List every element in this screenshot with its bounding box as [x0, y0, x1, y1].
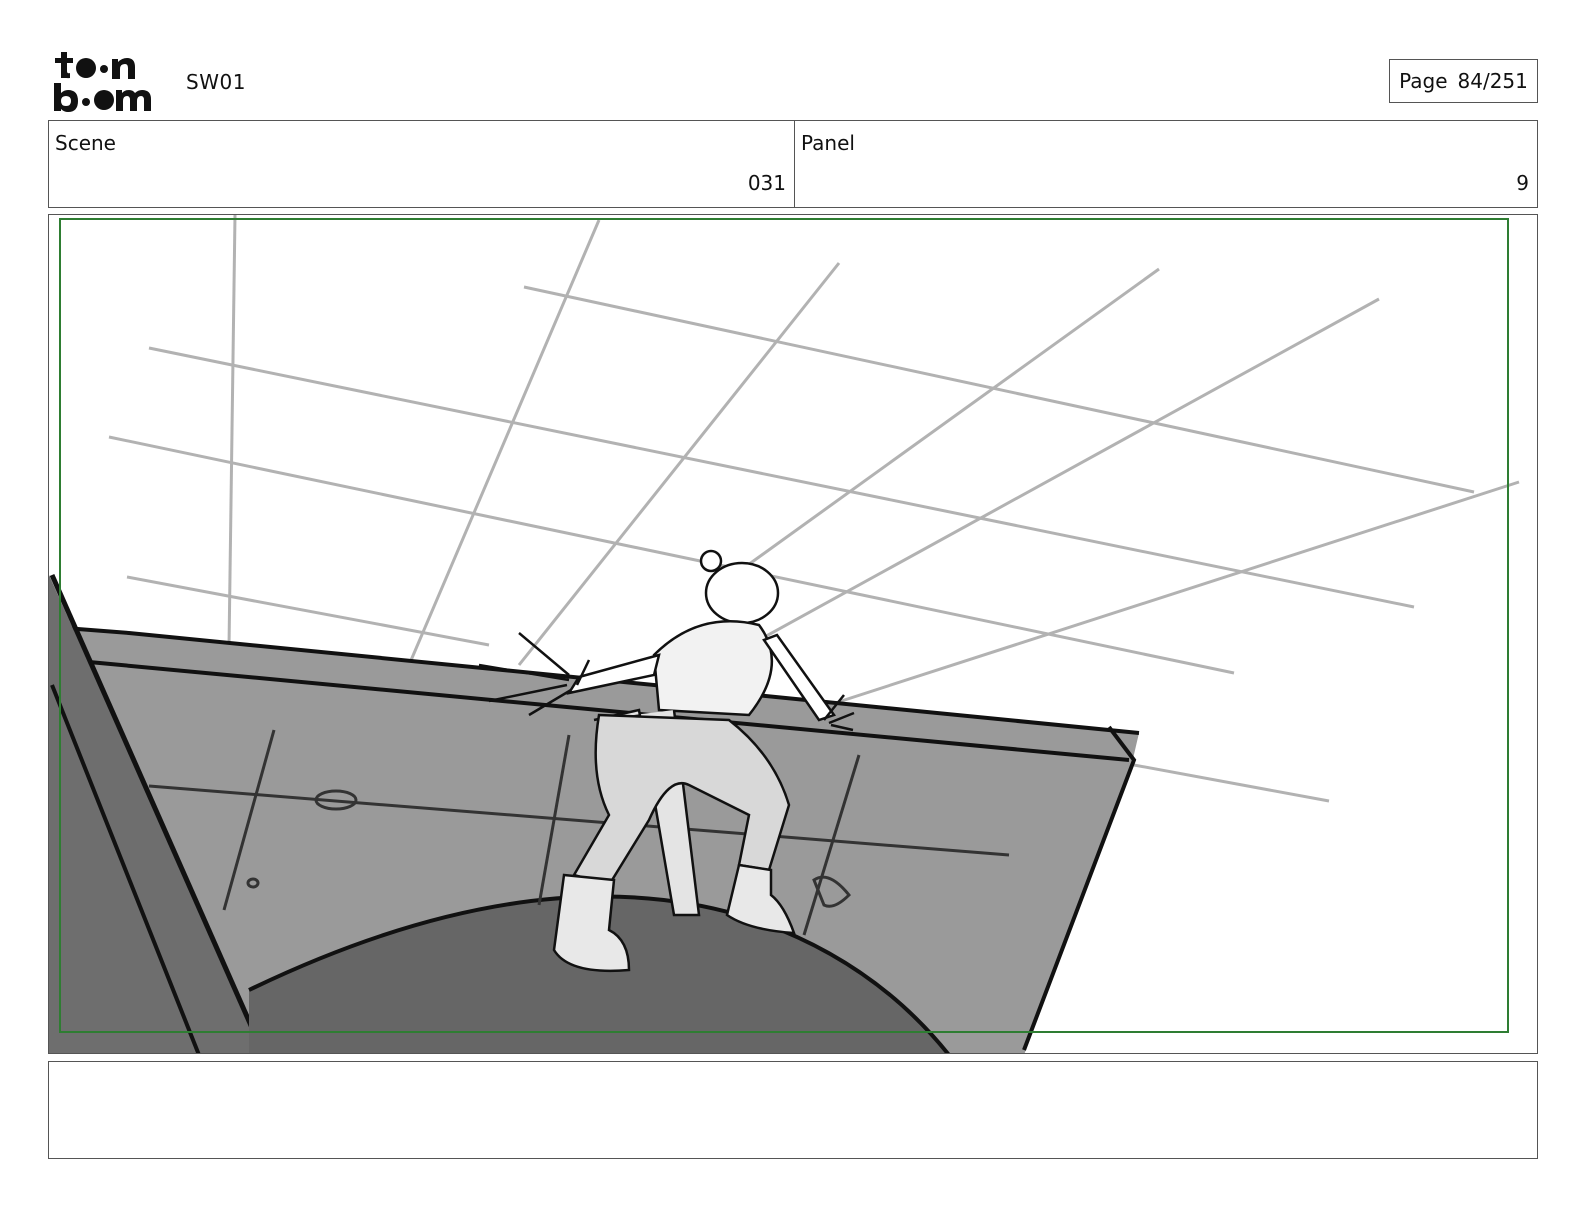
scene-number: 031 [747, 171, 786, 195]
toonboom-logo [54, 52, 151, 112]
storyboard-drawing [49, 215, 1520, 1053]
panel-number: 9 [1516, 171, 1529, 195]
panel-label: Panel [801, 131, 855, 155]
scene-panel-info: Scene 031 Panel 9 [48, 120, 1538, 208]
page-label: Page [1399, 69, 1448, 93]
project-code: SW01 [186, 70, 246, 94]
page-counter: Page 84/251 [1389, 59, 1538, 103]
scene-cell: Scene 031 [49, 121, 795, 207]
page-value: 84/251 [1457, 69, 1528, 93]
panel-notes[interactable] [48, 1061, 1538, 1159]
panel-cell: Panel 9 [795, 121, 1537, 207]
scene-label: Scene [55, 131, 116, 155]
storyboard-frame [48, 214, 1538, 1054]
